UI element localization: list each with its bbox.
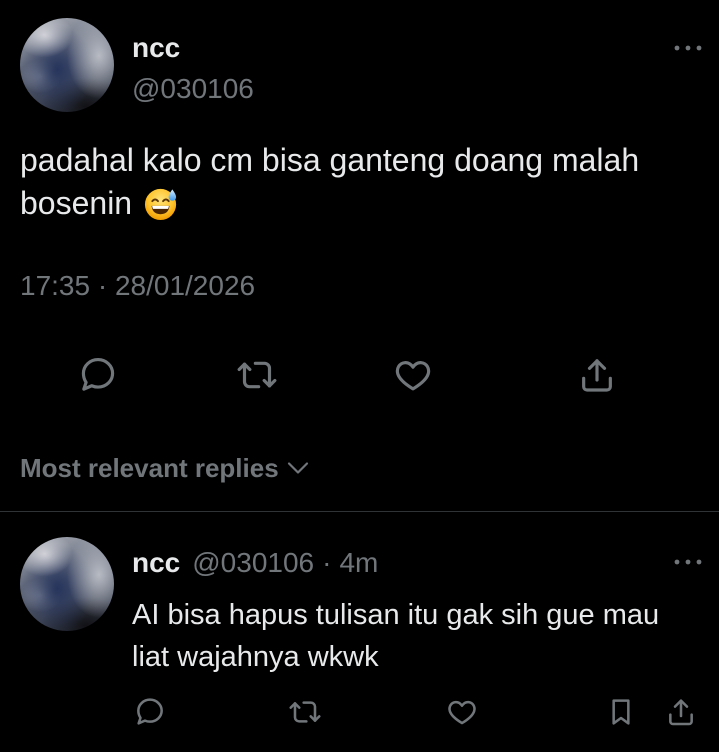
reply-author-handle[interactable]: @030106 bbox=[192, 547, 314, 578]
chevron-down-icon bbox=[287, 462, 308, 474]
post-text-content: padahal kalo cm bisa ganteng doang malah… bbox=[20, 142, 640, 221]
replies-sort-label: Most relevant replies bbox=[20, 453, 279, 483]
more-horizontal-icon bbox=[674, 45, 702, 51]
reply-author-avatar[interactable] bbox=[20, 537, 114, 631]
replies-sort-dropdown[interactable]: Most relevant replies bbox=[20, 453, 309, 483]
author-display-name[interactable]: ncc bbox=[132, 32, 180, 64]
post-text: padahal kalo cm bisa ganteng doang malah… bbox=[20, 139, 700, 225]
more-horizontal-icon bbox=[674, 559, 702, 565]
reply-icon bbox=[81, 358, 115, 391]
share-icon bbox=[669, 699, 693, 726]
author-handle[interactable]: @030106 bbox=[132, 73, 254, 105]
reply-item[interactable]: ncc @030106 · 4m AI bisa hapus tulisan itu … bbox=[0, 512, 719, 752]
post-timestamp: 17:35 · 28/01/2026 bbox=[20, 270, 256, 301]
heart-icon bbox=[448, 700, 476, 725]
reply-bookmark-button[interactable] bbox=[605, 696, 637, 728]
more-options-button[interactable] bbox=[673, 44, 703, 52]
reply-button[interactable] bbox=[78, 355, 118, 395]
share-icon bbox=[582, 359, 612, 392]
heart-icon bbox=[395, 361, 431, 391]
reply-author-display-name[interactable]: ncc bbox=[132, 547, 180, 578]
like-button[interactable] bbox=[393, 355, 433, 395]
reply-separator: · bbox=[322, 547, 332, 578]
reply-share-button[interactable] bbox=[665, 696, 697, 728]
repost-icon bbox=[289, 701, 321, 723]
reply-header: ncc @030106 · 4m bbox=[132, 547, 378, 579]
reply-time[interactable]: 4m bbox=[339, 547, 378, 578]
grinning-face-with-sweat-emoji-icon bbox=[145, 188, 177, 221]
reply-icon bbox=[137, 698, 163, 725]
reply-like-button[interactable] bbox=[446, 696, 478, 728]
repost-button[interactable] bbox=[237, 355, 277, 395]
author-avatar[interactable] bbox=[20, 18, 114, 112]
bookmark-icon bbox=[612, 699, 630, 725]
reply-repost-button[interactable] bbox=[289, 696, 321, 728]
reply-more-options-button[interactable] bbox=[673, 558, 703, 566]
repost-icon bbox=[237, 361, 277, 389]
reply-text: AI bisa hapus tulisan itu gak sih gue ma… bbox=[132, 599, 660, 673]
reply-reply-button[interactable] bbox=[134, 696, 166, 728]
share-button[interactable] bbox=[577, 355, 617, 395]
post-detail-screen: ncc @030106 padahal kalo cm bisa ganteng… bbox=[0, 0, 719, 752]
